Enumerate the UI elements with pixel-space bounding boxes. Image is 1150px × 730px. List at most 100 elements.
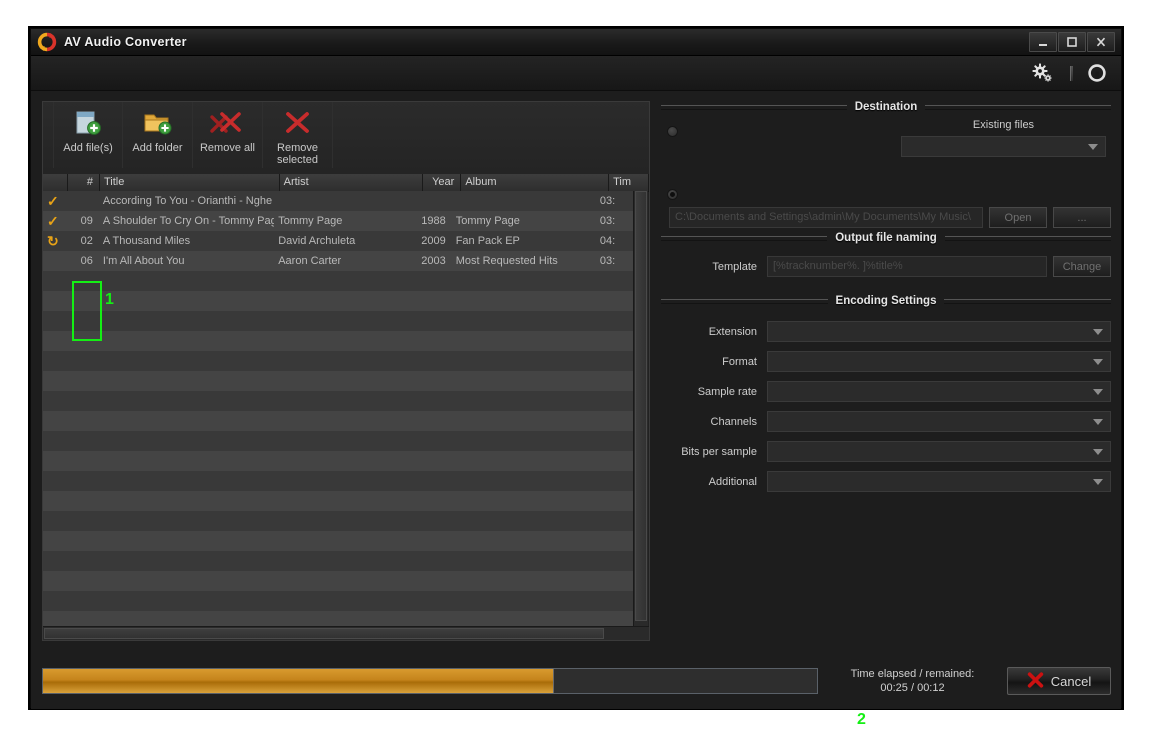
maximize-button[interactable] bbox=[1058, 32, 1086, 52]
column-header-year[interactable]: Year bbox=[423, 174, 462, 191]
destination-radio-source-folder[interactable] bbox=[667, 126, 678, 137]
main-content: Add file(s) Add folder Remove all Remove… bbox=[31, 91, 1121, 728]
cell-album: Most Requested Hits bbox=[455, 255, 558, 267]
status-footer: Time elapsed / remained: 00:25 / 00:12 C… bbox=[42, 661, 1111, 701]
cancel-button[interactable]: Cancel bbox=[1007, 667, 1111, 695]
time-status-label: Time elapsed / remained: bbox=[850, 668, 975, 680]
table-row[interactable]: ↻ 02 A Thousand Miles David Archuleta 2009 Fa… bbox=[43, 231, 635, 251]
column-header-album[interactable]: Album bbox=[461, 174, 610, 191]
cell-year: 2003 bbox=[421, 255, 446, 267]
destination-title-text: Destination bbox=[854, 101, 918, 113]
annotation-label-2: 2 bbox=[857, 711, 866, 728]
browse-button[interactable]: ... bbox=[1053, 207, 1111, 228]
header-divider bbox=[1070, 65, 1073, 81]
table-row[interactable] bbox=[43, 591, 635, 611]
table-row[interactable] bbox=[43, 371, 635, 391]
add-folder-button[interactable]: Add folder bbox=[123, 102, 193, 168]
table-row[interactable] bbox=[43, 551, 635, 571]
table-row[interactable]: ✓ According To You - Orianthi - Nghe 03: bbox=[43, 191, 635, 211]
remove-all-label: Remove all bbox=[199, 142, 256, 154]
horizontal-scrollbar-thumb[interactable] bbox=[44, 628, 604, 639]
table-row[interactable] bbox=[43, 291, 635, 311]
time-status: Time elapsed / remained: 00:25 / 00:12 bbox=[818, 667, 1007, 695]
table-row[interactable] bbox=[43, 511, 635, 531]
encoding-dropdown-value bbox=[768, 442, 1110, 445]
column-header-time[interactable]: Tim bbox=[609, 174, 649, 191]
column-header-artist[interactable]: Artist bbox=[280, 174, 424, 191]
cell-time: 03: bbox=[599, 215, 616, 227]
add-files-label: Add file(s) bbox=[63, 142, 113, 154]
remove-all-button[interactable]: Remove all bbox=[193, 102, 263, 168]
vertical-scrollbar[interactable] bbox=[633, 191, 648, 626]
table-row[interactable] bbox=[43, 411, 635, 431]
table-row[interactable] bbox=[43, 271, 635, 291]
table-row[interactable] bbox=[43, 331, 635, 351]
destination-radio-custom-folder[interactable] bbox=[667, 189, 678, 200]
encoding-label-channels: Channels bbox=[710, 415, 757, 428]
column-header-title[interactable]: Title bbox=[100, 174, 280, 191]
cell-title: According To You - Orianthi - Nghe bbox=[102, 195, 273, 207]
chevron-down-icon bbox=[1093, 449, 1103, 455]
table-row[interactable]: ✓ 09 A Shoulder To Cry On - Tommy Pag Tommy… bbox=[43, 211, 635, 231]
column-header-number[interactable]: # bbox=[68, 174, 100, 191]
application-window: AV Audio Converter Add file(s) Add folde… bbox=[30, 28, 1122, 728]
horizontal-scrollbar[interactable] bbox=[43, 626, 649, 640]
cell-time: 03: bbox=[599, 195, 616, 207]
file-list-rows: ✓ According To You - Orianthi - Nghe 03: ✓ 0… bbox=[43, 191, 635, 640]
add-files-button[interactable]: Add file(s) bbox=[53, 102, 123, 168]
table-row[interactable]: 06 I'm All About You Aaron Carter 2003 Most … bbox=[43, 251, 635, 271]
cell-year: 1988 bbox=[421, 215, 446, 227]
encoding-field-row: Channels bbox=[661, 411, 1111, 432]
table-row[interactable] bbox=[43, 471, 635, 491]
encoding-group-title: Encoding Settings bbox=[661, 295, 1112, 307]
encoding-dropdown-additional[interactable] bbox=[767, 471, 1111, 492]
template-field[interactable]: [%tracknumber%. ]%title% bbox=[767, 256, 1047, 277]
file-toolbar: Add file(s) Add folder Remove all Remove… bbox=[43, 102, 649, 175]
table-row[interactable] bbox=[43, 571, 635, 591]
change-template-button[interactable]: Change bbox=[1053, 256, 1111, 277]
existing-files-label: Existing files bbox=[972, 119, 1035, 131]
cell-title: I'm All About You bbox=[102, 255, 185, 267]
table-row[interactable] bbox=[43, 431, 635, 451]
table-row[interactable] bbox=[43, 351, 635, 371]
header-toolbar bbox=[31, 56, 1121, 91]
chevron-down-icon bbox=[1093, 389, 1103, 395]
encoding-dropdown-extension[interactable] bbox=[767, 321, 1111, 342]
encoding-title-text: Encoding Settings bbox=[835, 295, 937, 307]
cell-year: 2009 bbox=[421, 235, 446, 247]
encoding-dropdown-format[interactable] bbox=[767, 351, 1111, 372]
encoding-dropdown-channels[interactable] bbox=[767, 411, 1111, 432]
minimize-button[interactable] bbox=[1029, 32, 1057, 52]
vertical-scrollbar-thumb[interactable] bbox=[635, 191, 647, 621]
row-status-cell: ✓ bbox=[43, 194, 68, 209]
table-row[interactable] bbox=[43, 311, 635, 331]
red-x-icon bbox=[263, 108, 332, 138]
encoding-label-format: Format bbox=[722, 355, 757, 368]
encoding-dropdown-sample-rate[interactable] bbox=[767, 381, 1111, 402]
open-button[interactable]: Open bbox=[989, 207, 1047, 228]
close-button[interactable] bbox=[1087, 32, 1115, 52]
encoding-label-additional: Additional bbox=[708, 475, 757, 488]
table-row[interactable] bbox=[43, 531, 635, 551]
chevron-down-icon bbox=[1088, 144, 1098, 150]
remove-selected-button[interactable]: Remove selected bbox=[263, 102, 333, 168]
encoding-dropdown-bits-per-sample[interactable] bbox=[767, 441, 1111, 462]
destination-path-field[interactable]: C:\Documents and Settings\admin\My Docum… bbox=[669, 207, 983, 228]
column-header-status[interactable] bbox=[43, 174, 68, 191]
table-row[interactable] bbox=[43, 451, 635, 471]
gears-icon[interactable] bbox=[1032, 63, 1054, 83]
red-x-icon bbox=[1027, 671, 1044, 691]
cell-time: 03: bbox=[599, 255, 616, 267]
circle-icon[interactable] bbox=[1087, 63, 1107, 83]
table-row[interactable] bbox=[43, 391, 635, 411]
existing-files-dropdown[interactable] bbox=[901, 136, 1106, 157]
encoding-settings-group: Encoding Settings Extension Format Sample … bbox=[661, 295, 1112, 492]
add-file-icon bbox=[54, 108, 122, 138]
encoding-field-row: Bits per sample bbox=[661, 441, 1111, 462]
cell-artist: Tommy Page bbox=[278, 215, 343, 227]
destination-group-title: Destination bbox=[661, 101, 1111, 113]
table-row[interactable] bbox=[43, 491, 635, 511]
cell-time: 04: bbox=[599, 235, 616, 247]
remove-selected-label-2: selected bbox=[277, 154, 318, 166]
recycle-arrows-icon bbox=[37, 32, 57, 52]
